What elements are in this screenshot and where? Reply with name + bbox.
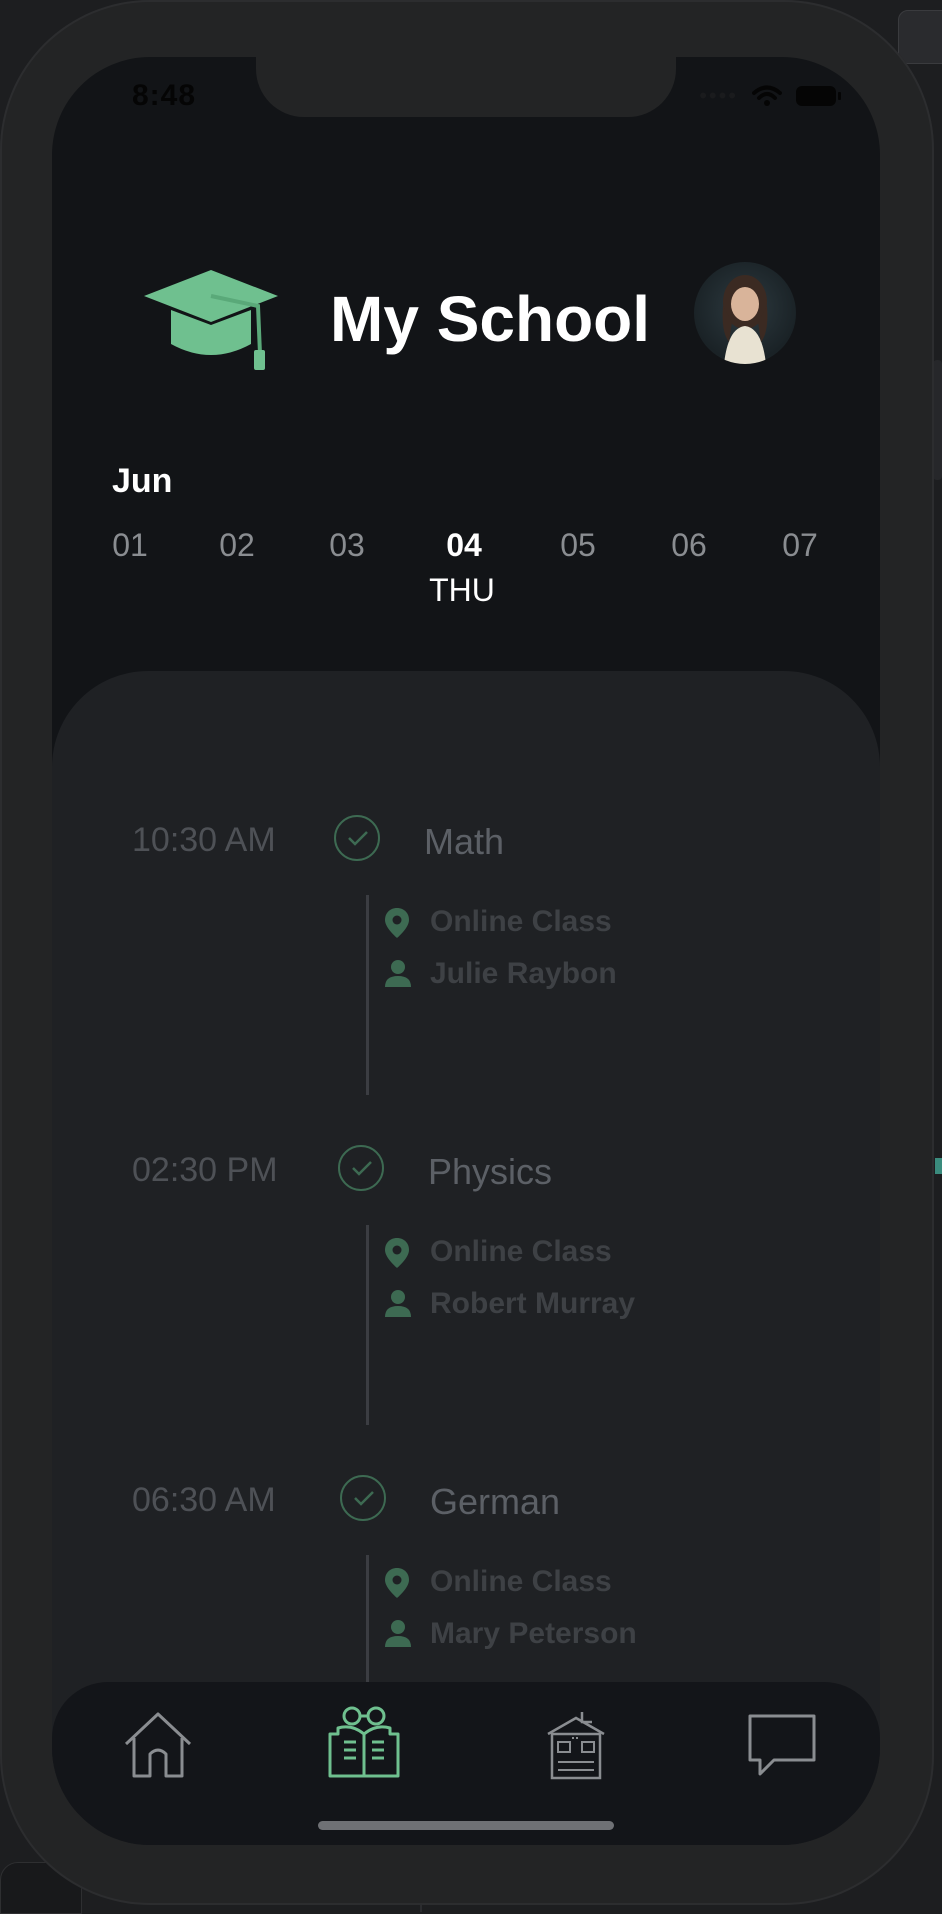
class-location: Online Class	[385, 1565, 612, 1599]
battery-icon	[796, 86, 841, 106]
app-title: My School	[330, 283, 651, 355]
check-icon	[338, 1145, 384, 1191]
person-icon	[385, 1620, 411, 1647]
class-teacher: Mary Peterson	[385, 1617, 637, 1651]
check-icon	[334, 815, 380, 861]
calendar-month: Jun	[112, 462, 173, 500]
class-time: 06:30 AM	[132, 1481, 276, 1519]
person-icon	[385, 1290, 411, 1317]
home-icon	[124, 1712, 192, 1778]
timeline-line	[366, 1225, 369, 1425]
teacher-text: Mary Peterson	[430, 1617, 637, 1650]
day-07[interactable]: 07	[760, 527, 840, 564]
tab-chat[interactable]	[742, 1704, 822, 1784]
class-subject: Math	[424, 821, 505, 862]
desktop-scroll-edge	[933, 360, 942, 480]
location-pin-icon	[385, 908, 409, 938]
desktop-accent-mark	[935, 1158, 942, 1174]
teacher-text: Julie Raybon	[430, 957, 617, 990]
day-01[interactable]: 01	[90, 527, 170, 564]
app-screen: 8:48 •••• My School Jun 01 02 03 04 05 0…	[52, 57, 880, 1845]
tab-school[interactable]	[536, 1704, 616, 1784]
study-book-icon	[328, 1706, 400, 1778]
location-pin-icon	[385, 1568, 409, 1598]
day-04-selected[interactable]: 04	[424, 527, 504, 564]
schedule-panel: 10:30 AM Math Online Class Julie Raybon …	[52, 671, 880, 1845]
day-06[interactable]: 06	[649, 527, 729, 564]
signal-icon: ••••	[699, 83, 738, 108]
location-text: Online Class	[430, 1235, 612, 1268]
app-header: My School	[52, 262, 880, 372]
selected-weekday: THU	[429, 572, 495, 608]
status-time: 8:48	[132, 79, 197, 112]
bottom-tab-bar	[52, 1682, 880, 1845]
day-05[interactable]: 05	[538, 527, 618, 564]
class-location: Online Class	[385, 1235, 612, 1269]
day-03[interactable]: 03	[307, 527, 387, 564]
tab-home[interactable]	[118, 1704, 198, 1784]
class-teacher: Julie Raybon	[385, 957, 617, 991]
chat-icon	[748, 1714, 816, 1776]
avatar-photo	[722, 275, 768, 364]
class-time: 10:30 AM	[132, 821, 276, 859]
day-02[interactable]: 02	[197, 527, 277, 564]
class-subject: Physics	[428, 1151, 553, 1192]
schedule-item[interactable]: 02:30 PM Physics Online Class Robert Mur…	[52, 1135, 880, 1455]
timeline-line	[366, 895, 369, 1095]
class-subject: German	[430, 1481, 561, 1522]
class-time: 02:30 PM	[132, 1151, 278, 1189]
class-teacher: Robert Murray	[385, 1287, 636, 1321]
desktop-window-corner	[898, 10, 942, 64]
tab-study[interactable]	[324, 1704, 404, 1784]
teacher-text: Robert Murray	[430, 1287, 636, 1320]
location-text: Online Class	[430, 905, 612, 938]
avatar[interactable]	[694, 262, 796, 364]
schedule-item[interactable]: 10:30 AM Math Online Class Julie Raybon	[52, 805, 880, 1125]
school-building-icon	[547, 1712, 605, 1780]
person-icon	[385, 960, 411, 987]
phone-notch	[256, 57, 676, 117]
location-text: Online Class	[430, 1565, 612, 1598]
wifi-icon	[752, 85, 782, 106]
day-selector: 01 02 03 04 05 06 07 THU	[52, 527, 880, 608]
check-icon	[340, 1475, 386, 1521]
phone-frame: 8:48 •••• My School Jun 01 02 03 04 05 0…	[0, 0, 934, 1905]
class-location: Online Class	[385, 905, 612, 939]
status-icons: ••••	[699, 83, 841, 109]
location-pin-icon	[385, 1238, 409, 1268]
home-indicator[interactable]	[318, 1821, 614, 1830]
graduation-cap-icon	[144, 270, 278, 370]
